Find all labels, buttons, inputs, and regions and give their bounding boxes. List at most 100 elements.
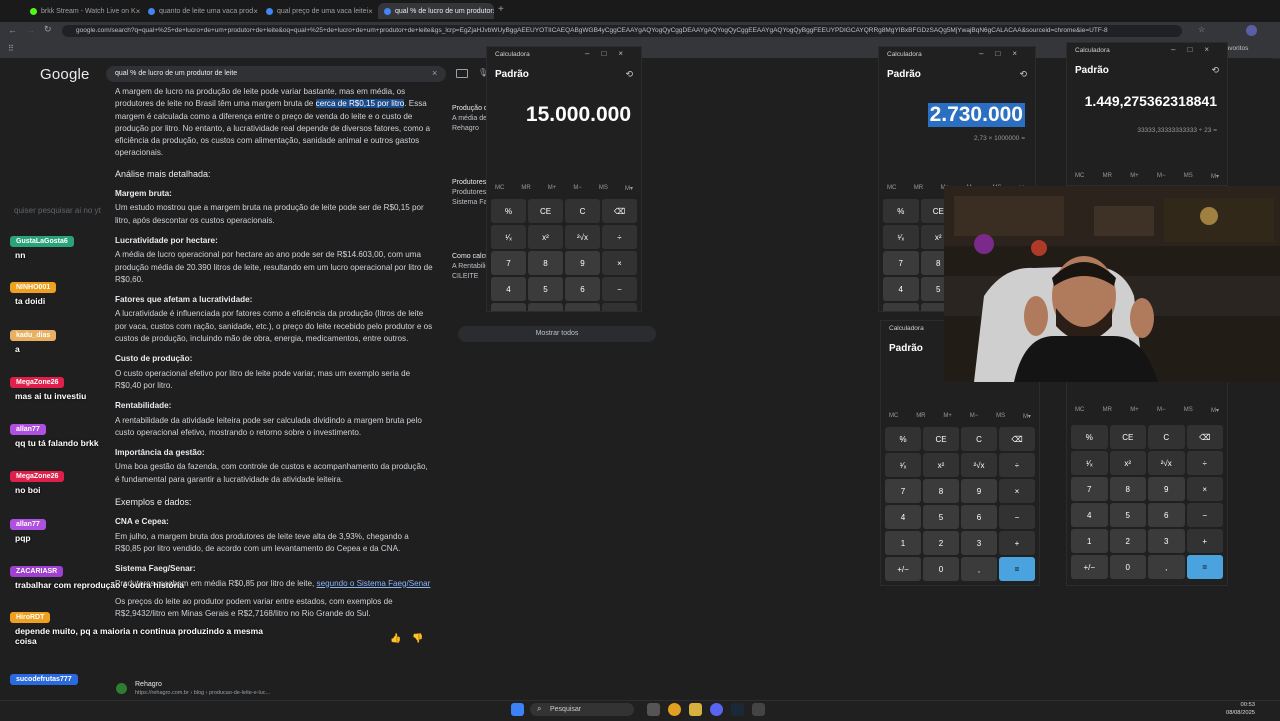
chat-username[interactable]: allan77 — [10, 519, 46, 530]
calc-key[interactable]: 1 — [885, 531, 921, 555]
close-icon[interactable]: × — [253, 7, 258, 16]
calc-key[interactable]: + — [999, 531, 1035, 555]
chat-username[interactable]: NINHO001 — [10, 282, 57, 293]
calc-key[interactable]: × — [999, 479, 1035, 503]
calc-key[interactable]: 3 — [1148, 529, 1185, 553]
calc-key[interactable]: ²√x — [1148, 451, 1185, 475]
chat-username[interactable]: sucodefrutas777 — [10, 674, 78, 685]
memory-button[interactable]: MR — [521, 185, 530, 192]
tab-lucro[interactable]: qual % de lucro de um produtor× — [378, 3, 494, 19]
show-all-button[interactable]: Mostrar todos — [458, 326, 656, 342]
calc-key[interactable]: , — [961, 557, 997, 581]
calc-key[interactable]: x² — [1109, 451, 1146, 475]
memory-button[interactable]: MS — [996, 413, 1005, 420]
calc-key[interactable]: 9 — [961, 479, 997, 503]
calc-key[interactable]: +/− — [1071, 555, 1108, 579]
search-input[interactable]: qual % de lucro de um produtor de leite — [106, 66, 446, 82]
avatar[interactable] — [1246, 25, 1257, 36]
thumbs-up-icon[interactable]: 👍 — [390, 633, 401, 644]
calc-key[interactable]: 1 — [1071, 529, 1108, 553]
calc-key[interactable]: ²√x — [565, 225, 600, 249]
calc-key[interactable]: x² — [528, 225, 563, 249]
calc-key[interactable]: 6 — [961, 505, 997, 529]
calc-key[interactable]: C — [961, 427, 997, 451]
calc-key[interactable]: − — [602, 277, 637, 301]
calc-key[interactable]: CE — [528, 199, 563, 223]
calc-key[interactable]: ¹⁄ₓ — [885, 453, 921, 477]
calc-key[interactable]: C — [565, 199, 600, 223]
calc-key[interactable]: + — [1186, 529, 1223, 553]
back-icon[interactable]: ← — [8, 25, 17, 35]
tab-quanto[interactable]: quanto de leite uma vaca prod × — [142, 3, 258, 19]
taskbar-search[interactable]: Pesquisar — [530, 703, 634, 716]
calc-key[interactable]: CE — [923, 427, 959, 451]
window-controls[interactable]: –□× — [979, 49, 1029, 58]
bookmark-star-icon[interactable]: ☆ — [1198, 25, 1205, 34]
task-view-icon[interactable] — [647, 703, 660, 716]
memory-button[interactable]: M+ — [548, 185, 557, 192]
apps-icon[interactable]: ⠿ — [8, 44, 14, 53]
calc-key[interactable]: 2 — [1109, 529, 1146, 553]
calc-key[interactable]: ⌫ — [602, 199, 637, 223]
window-controls[interactable]: –□× — [1171, 45, 1221, 54]
chat-username[interactable]: kadu_dias — [10, 330, 57, 341]
calculator-mode[interactable]: Padrão — [1075, 65, 1109, 76]
memory-button[interactable]: M▾ — [1211, 173, 1219, 180]
forward-icon[interactable]: → — [26, 25, 35, 35]
memory-button[interactable]: M▾ — [625, 185, 633, 192]
calc-key[interactable]: +/− — [885, 557, 921, 581]
calc-key[interactable]: CE — [1109, 425, 1146, 449]
calc-key[interactable]: C — [1148, 425, 1185, 449]
calculator-mode[interactable]: Padrão — [889, 343, 923, 354]
history-icon[interactable]: ⟲ — [625, 69, 633, 80]
calc-key[interactable]: + — [602, 303, 637, 311]
calc-key[interactable]: × — [602, 251, 637, 275]
close-icon[interactable]: × — [368, 7, 373, 16]
memory-button[interactable]: M− — [970, 413, 979, 420]
keyboard-icon[interactable] — [456, 69, 468, 78]
system-clock[interactable]: 00:53 08/08/2025 — [1226, 701, 1255, 717]
chat-username[interactable]: MegaZone26 — [10, 377, 65, 388]
chat-username[interactable]: allan77 — [10, 424, 46, 435]
memory-button[interactable]: MS — [599, 185, 608, 192]
calc-key[interactable]: 8 — [528, 251, 563, 275]
calc-key[interactable]: 9 — [565, 251, 600, 275]
calc-key[interactable]: % — [883, 199, 919, 223]
memory-button[interactable]: M+ — [943, 413, 952, 420]
memory-button[interactable]: MR — [1103, 407, 1112, 414]
calculator-taskbar-icon[interactable] — [752, 703, 765, 716]
memory-button[interactable]: M▾ — [1211, 407, 1219, 414]
tab-kick[interactable]: brkk Stream - Watch Live on K × — [24, 3, 140, 19]
url-field[interactable]: google.com/search?q=qual+%25+de+lucro+de… — [62, 25, 1182, 37]
calc-key[interactable]: ²√x — [961, 453, 997, 477]
calc-key[interactable]: 5 — [1109, 503, 1146, 527]
file-explorer-icon[interactable] — [689, 703, 702, 716]
new-tab-button[interactable]: + — [498, 4, 504, 15]
calc-key[interactable]: 4 — [885, 505, 921, 529]
calc-key[interactable]: = — [1186, 555, 1223, 579]
chat-username[interactable]: HiroRDT — [10, 612, 51, 623]
memory-button[interactable]: MC — [1075, 407, 1084, 414]
memory-button[interactable]: MC — [495, 185, 504, 192]
tab-preco[interactable]: qual preço de uma vaca leitei × — [260, 3, 376, 19]
calc-key[interactable]: x² — [923, 453, 959, 477]
calc-key[interactable]: ÷ — [999, 453, 1035, 477]
calc-key[interactable]: 1 — [491, 303, 526, 311]
chat-username[interactable]: ZACARIASR — [10, 566, 64, 577]
calc-key[interactable]: − — [1186, 503, 1223, 527]
clear-search-icon[interactable]: × — [432, 68, 437, 78]
memory-button[interactable]: MR — [914, 185, 923, 192]
chat-username[interactable]: MegaZone26 — [10, 471, 65, 482]
memory-button[interactable]: M− — [1157, 173, 1166, 180]
calc-key[interactable]: 2 — [923, 531, 959, 555]
memory-button[interactable]: MC — [1075, 173, 1084, 180]
memory-button[interactable]: MR — [916, 413, 925, 420]
calc-key[interactable]: , — [1148, 555, 1185, 579]
calc-key[interactable]: 4 — [883, 277, 919, 301]
calc-key[interactable]: 9 — [1148, 477, 1185, 501]
calc-key[interactable]: 0 — [1109, 555, 1146, 579]
memory-button[interactable]: MS — [1184, 173, 1193, 180]
close-icon[interactable]: × — [493, 7, 494, 16]
memory-button[interactable]: M− — [573, 185, 582, 192]
memory-button[interactable]: M+ — [1130, 407, 1139, 414]
